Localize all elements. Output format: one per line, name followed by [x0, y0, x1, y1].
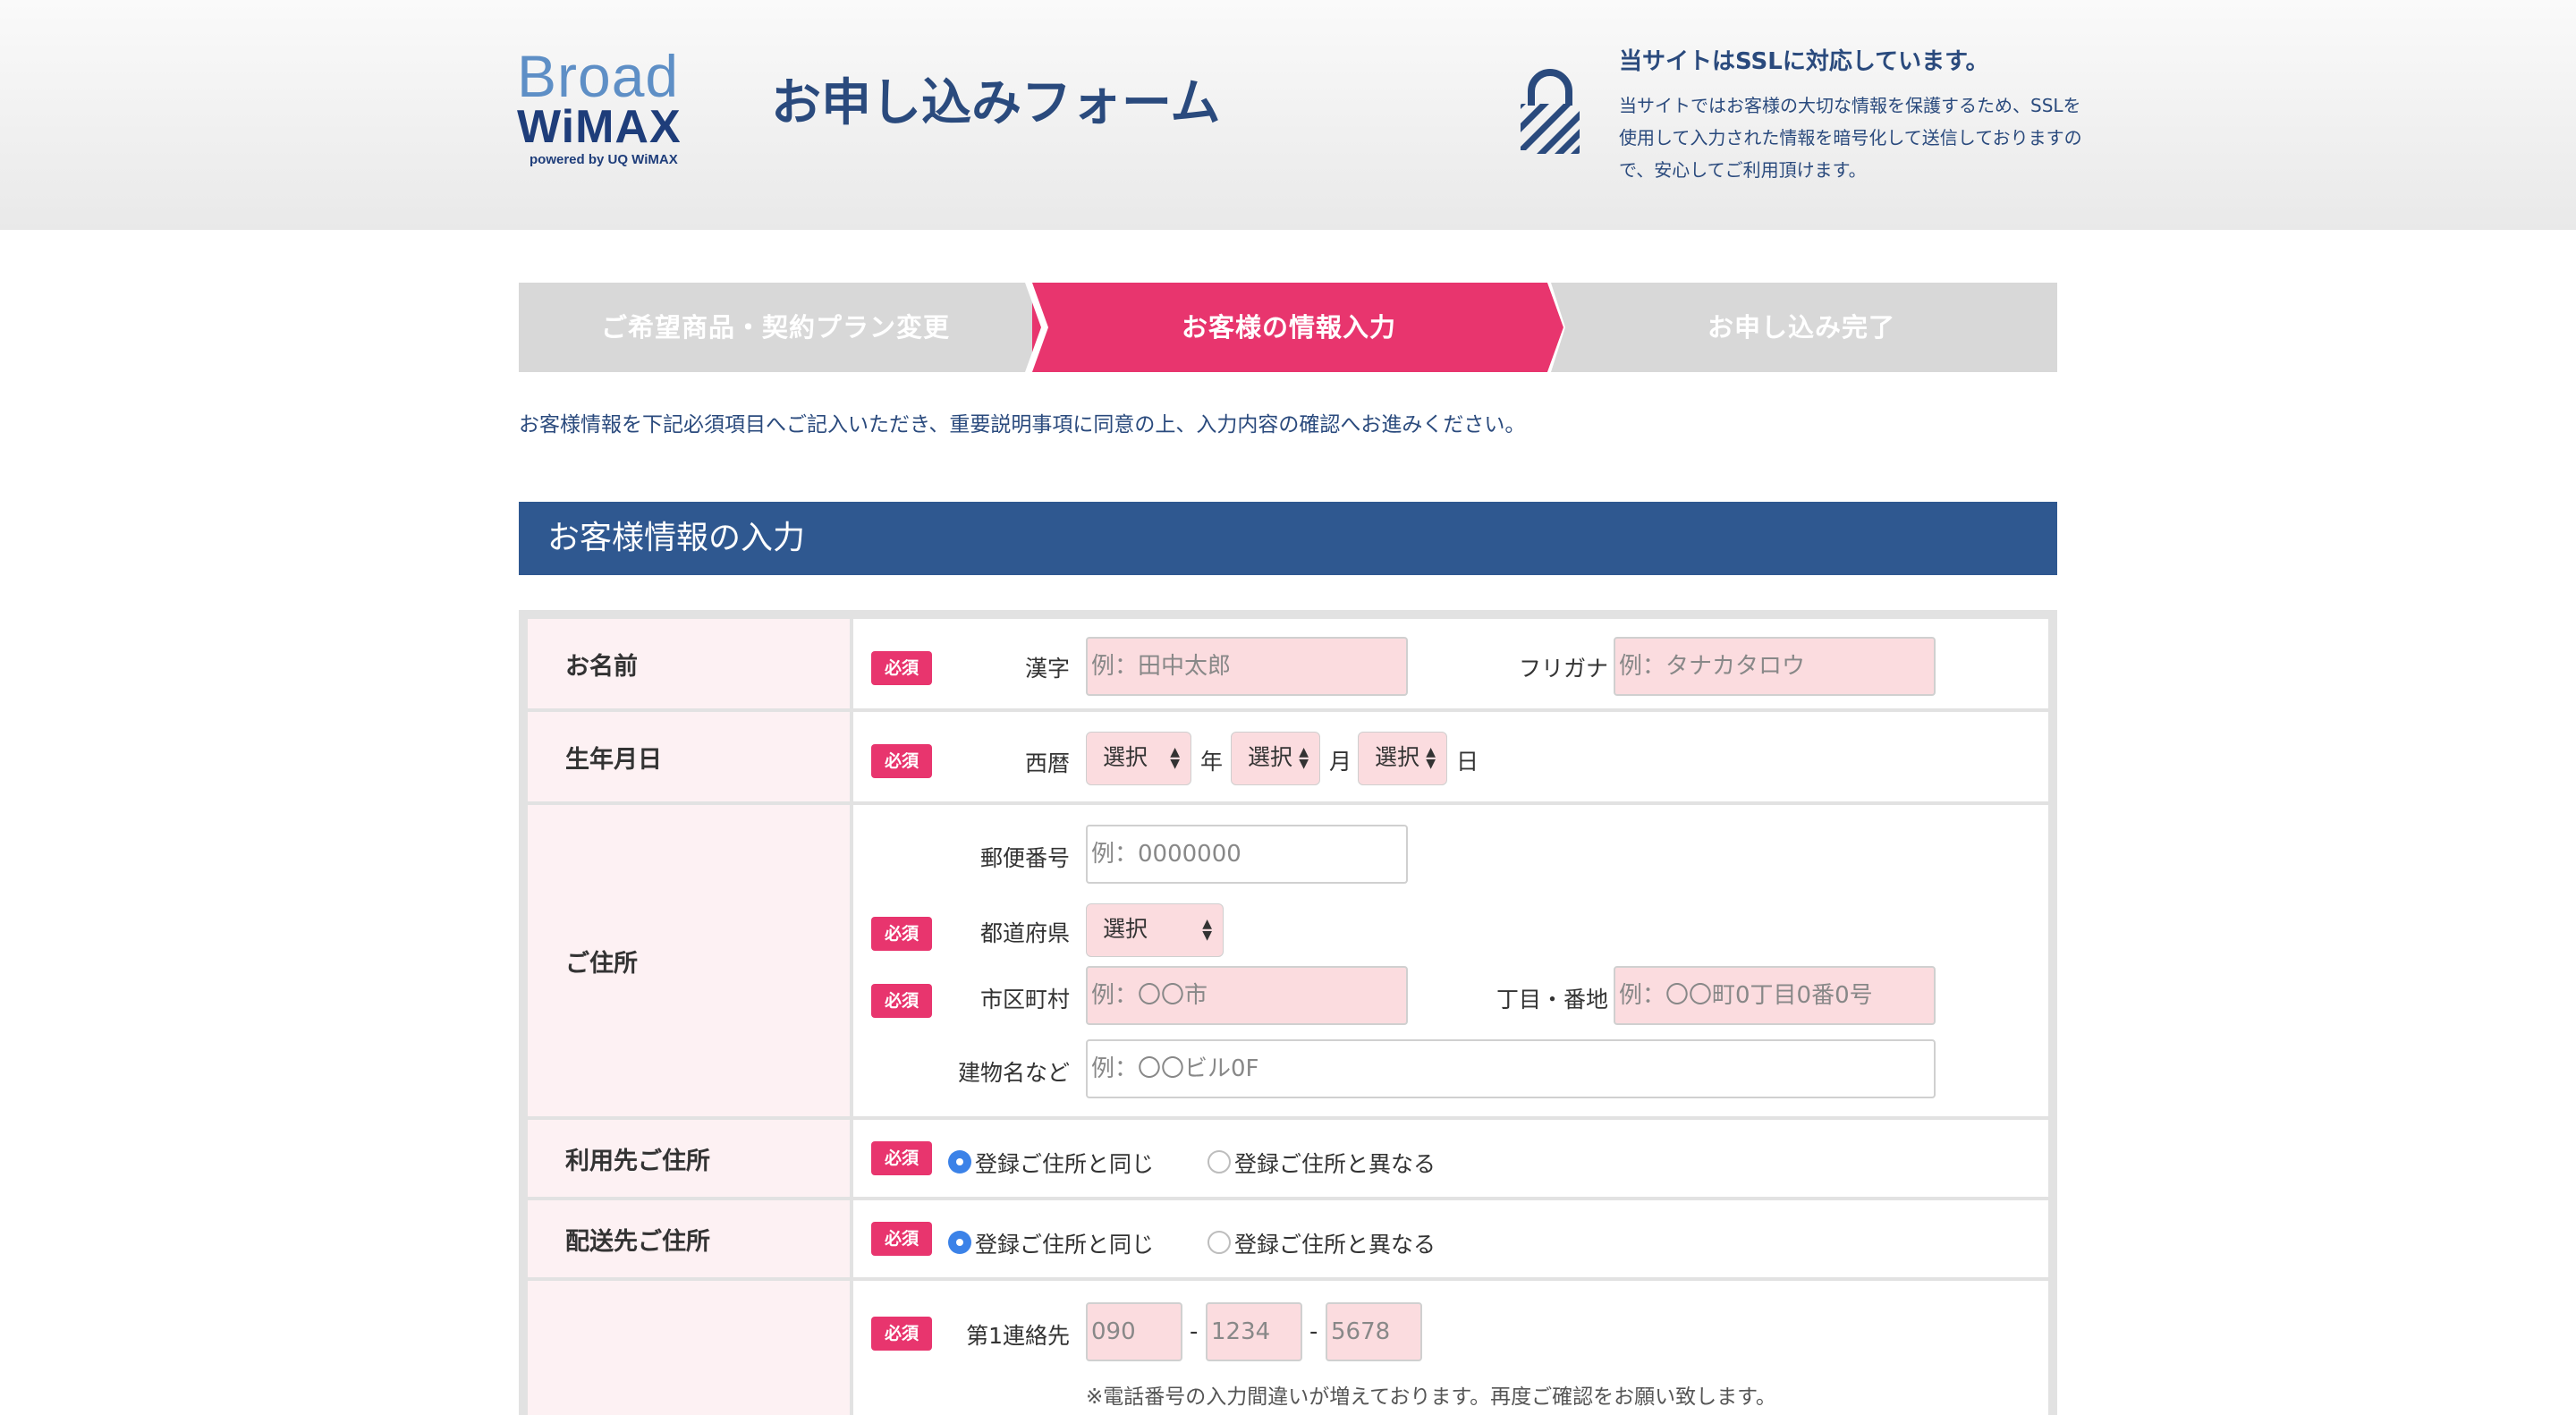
- site-header: Broad WiMAX powered by UQ WiMAX お申し込みフォー…: [0, 0, 2576, 230]
- kanji-label: 漢字: [1024, 656, 1070, 682]
- select-arrows-icon: ▲ ▼: [1202, 917, 1212, 943]
- logo-powered-text: powered by UQ WiMAX: [530, 152, 678, 167]
- month-unit: 月: [1329, 749, 1352, 775]
- birth-day-value: 選択: [1375, 744, 1420, 770]
- phone-separator: -: [1309, 1318, 1318, 1345]
- usage-address-label: 利用先ご住所: [565, 1147, 710, 1175]
- section-heading: お客様情報の入力: [519, 502, 2057, 575]
- row-content-delivery-address: 必須 登録ご住所と同じ 登録ご住所と異なる: [853, 1200, 2048, 1277]
- phone-part1-input[interactable]: 090: [1086, 1302, 1182, 1361]
- usage-same-label[interactable]: 登録ご住所と同じ: [975, 1147, 1154, 1179]
- required-badge: 必須: [871, 1222, 932, 1256]
- broad-wimax-logo[interactable]: Broad WiMAX powered by UQ WiMAX: [517, 47, 705, 172]
- delivery-address-label: 配送先ご住所: [565, 1227, 710, 1256]
- customer-form: お名前 必須 漢字 例：田中太郎 フリガナ 例：タナカタロウ 生年月日 必須 西…: [519, 610, 2057, 1415]
- delivery-same-radio[interactable]: [948, 1231, 971, 1254]
- required-badge: 必須: [871, 917, 932, 951]
- year-unit: 年: [1200, 749, 1224, 775]
- required-badge: 必須: [871, 1317, 932, 1351]
- street-label: 丁目・番地: [1496, 987, 1608, 1013]
- select-arrows-icon: ▲ ▼: [1426, 745, 1436, 771]
- prefecture-value: 選択: [1103, 916, 1148, 942]
- kana-label: フリガナ: [1518, 656, 1608, 682]
- required-badge: 必須: [871, 744, 932, 778]
- era-label: 西暦: [1024, 750, 1070, 776]
- kanji-name-input[interactable]: 例：田中太郎: [1086, 637, 1408, 696]
- required-badge: 必須: [871, 1141, 932, 1175]
- prefecture-label: 都道府県: [979, 920, 1070, 946]
- day-unit: 日: [1456, 749, 1479, 775]
- birth-year-select[interactable]: 選択 ▲ ▼: [1086, 732, 1191, 785]
- step-plan: ご希望商品・契約プラン変更: [519, 283, 1032, 372]
- ssl-description: 当サイトではお客様の大切な情報を保護するため、SSLを使用して入力された情報を暗…: [1619, 95, 2082, 181]
- city-label: 市区町村: [979, 987, 1070, 1013]
- city-input[interactable]: 例：〇〇市: [1086, 966, 1408, 1025]
- delivery-different-radio[interactable]: [1208, 1231, 1231, 1254]
- row-label-delivery-address: 配送先ご住所: [528, 1200, 850, 1277]
- birth-year-value: 選択: [1103, 744, 1148, 770]
- row-content-birthdate: 必須 西暦 選択 ▲ ▼ 年 選択 ▲ ▼ 月 選択 ▲ ▼ 日: [853, 712, 2048, 801]
- birth-day-select[interactable]: 選択 ▲ ▼: [1358, 732, 1447, 785]
- step-separator-arrow: [1538, 283, 1565, 372]
- logo-wimax-text: WiMAX: [517, 101, 682, 153]
- row-label-address: ご住所: [528, 805, 850, 1116]
- birth-month-value: 選択: [1248, 744, 1293, 770]
- row-content-name: 必須 漢字 例：田中太郎 フリガナ 例：タナカタロウ: [853, 619, 2048, 708]
- row-label-name: お名前: [528, 619, 850, 708]
- delivery-different-label[interactable]: 登録ご住所と異なる: [1234, 1227, 1436, 1259]
- usage-different-radio[interactable]: [1208, 1150, 1231, 1174]
- step-complete: お申し込み完了: [1546, 283, 2057, 372]
- logo-broad-text: Broad: [517, 43, 680, 109]
- phone-part2-input[interactable]: 1234: [1206, 1302, 1302, 1361]
- delivery-same-label[interactable]: 登録ご住所と同じ: [975, 1227, 1154, 1259]
- phone-part3-input[interactable]: 5678: [1326, 1302, 1422, 1361]
- primary-contact-label: 第1連絡先: [966, 1323, 1070, 1349]
- required-badge: 必須: [871, 984, 932, 1018]
- step-separator-arrow: [1025, 283, 1048, 372]
- phone-separator: -: [1190, 1318, 1199, 1345]
- usage-different-label[interactable]: 登録ご住所と異なる: [1234, 1147, 1436, 1179]
- required-badge: 必須: [871, 651, 932, 685]
- prefecture-select[interactable]: 選択 ▲ ▼: [1086, 903, 1224, 957]
- page-title: お申し込みフォーム: [771, 74, 1221, 132]
- street-input[interactable]: 例：〇〇町0丁目0番0号: [1614, 966, 1936, 1025]
- usage-same-radio[interactable]: [948, 1150, 971, 1174]
- select-arrows-icon: ▲ ▼: [1299, 745, 1309, 771]
- zip-label: 郵便番号: [979, 845, 1070, 871]
- birthdate-label: 生年月日: [565, 745, 662, 774]
- intro-text: お客様情報を下記必須項目へご記入いただき、重要説明事項に同意の上、入力内容の確認…: [519, 413, 1526, 436]
- select-arrows-icon: ▲ ▼: [1170, 745, 1180, 771]
- row-label-usage-address: 利用先ご住所: [528, 1120, 850, 1197]
- lock-icon: [1521, 69, 1580, 154]
- row-content-phone: 必須 第1連絡先 090 - 1234 - 5678 ※電話番号の入力間違いが増…: [853, 1281, 2048, 1415]
- row-content-usage-address: 必須 登録ご住所と同じ 登録ご住所と異なる: [853, 1120, 2048, 1197]
- row-label-phone: [528, 1281, 850, 1415]
- zip-input[interactable]: 例：0000000: [1086, 825, 1408, 884]
- building-label: 建物名など: [957, 1060, 1070, 1086]
- name-label: お名前: [565, 652, 638, 681]
- progress-steps: ご希望商品・契約プラン変更 お客様の情報入力 お申し込み完了: [519, 283, 2057, 372]
- ssl-title: 当サイトはSSLに対応しています。: [1619, 48, 1989, 75]
- step-customer-info: お客様の情報入力: [1032, 283, 1546, 372]
- row-content-address: 郵便番号 例：0000000 必須 都道府県 選択 ▲ ▼ 必須 市区町村 例：〇…: [853, 805, 2048, 1116]
- birth-month-select[interactable]: 選択 ▲ ▼: [1231, 732, 1320, 785]
- kana-name-input[interactable]: 例：タナカタロウ: [1614, 637, 1936, 696]
- row-label-birthdate: 生年月日: [528, 712, 850, 801]
- address-label: ご住所: [565, 949, 638, 978]
- building-input[interactable]: 例：〇〇ビル0F: [1086, 1039, 1936, 1098]
